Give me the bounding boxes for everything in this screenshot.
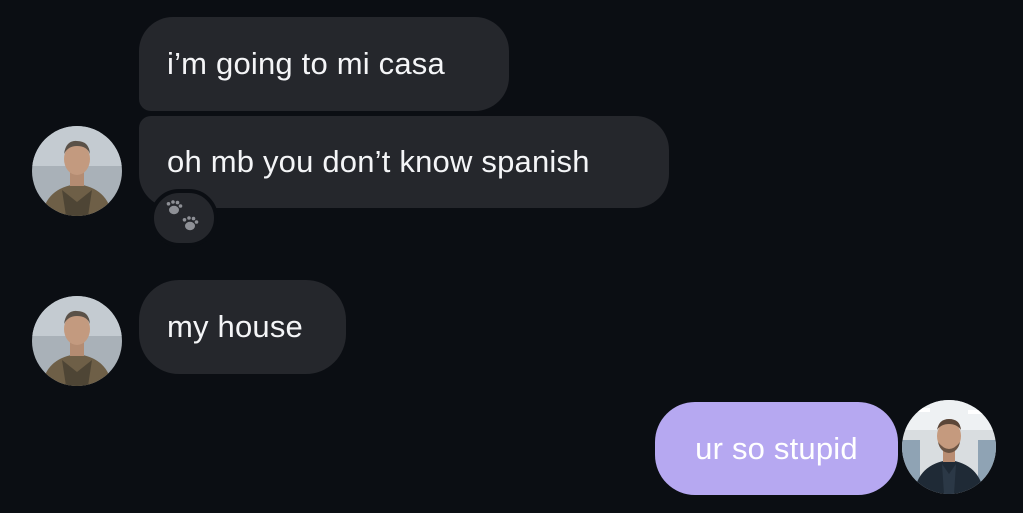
message-reaction-badge[interactable]	[150, 189, 218, 247]
chat-screen: { "messages": [ {"sender": "other", "tex…	[0, 0, 1023, 513]
avatar[interactable]	[902, 400, 996, 494]
message-text: ur so stupid	[695, 430, 858, 466]
avatar[interactable]	[32, 126, 122, 216]
message-text: i’m going to mi casa	[167, 46, 445, 81]
message-bubble-outgoing[interactable]: ur so stupid	[655, 402, 898, 495]
message-bubble-incoming[interactable]: i’m going to mi casa	[139, 17, 509, 111]
message-bubble-incoming[interactable]: my house	[139, 280, 346, 374]
paw-prints-icon	[166, 200, 199, 231]
message-text: oh mb you don’t know spanish	[167, 144, 590, 179]
message-text: my house	[167, 309, 303, 344]
avatar[interactable]	[32, 296, 122, 386]
message-bubble-incoming[interactable]: oh mb you don’t know spanish	[139, 116, 669, 208]
